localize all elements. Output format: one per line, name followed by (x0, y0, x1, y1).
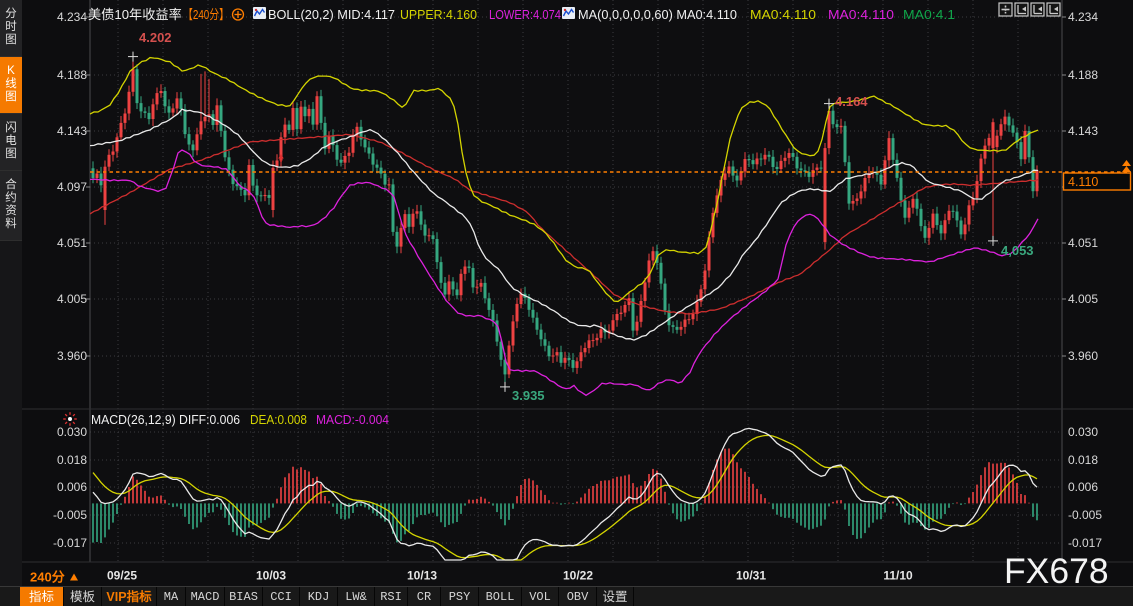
svg-text:MA0:4.110: MA0:4.110 (828, 7, 894, 22)
svg-text:4.188: 4.188 (1068, 68, 1098, 82)
svg-text:240分: 240分 (30, 570, 65, 585)
svg-text:FX678: FX678 (1004, 551, 1109, 591)
svg-text:10/31: 10/31 (736, 569, 766, 583)
svg-text:4,053: 4,053 (1001, 243, 1034, 258)
svg-text:MA0:4.1: MA0:4.1 (903, 7, 955, 22)
svg-text:0.018: 0.018 (1068, 453, 1098, 467)
svg-text:4.164: 4.164 (835, 94, 868, 109)
svg-text:-0.005: -0.005 (1068, 508, 1102, 522)
svg-text:UPPER:4.160: UPPER:4.160 (400, 7, 477, 22)
svg-text:美债10年收益率: 美债10年收益率 (88, 6, 182, 22)
svg-text:4.202: 4.202 (139, 30, 172, 45)
svg-text:-0.005: -0.005 (53, 508, 87, 522)
svg-text:4.097: 4.097 (57, 180, 87, 194)
svg-text:10/03: 10/03 (256, 569, 286, 583)
svg-text:10/22: 10/22 (563, 569, 593, 583)
svg-text:MACD(26,12,9) DIFF:0.006: MACD(26,12,9) DIFF:0.006 (91, 412, 240, 427)
svg-text:0.006: 0.006 (1068, 480, 1098, 494)
svg-text:DEA:0.008: DEA:0.008 (250, 412, 307, 427)
svg-text:【240分】: 【240分】 (183, 7, 229, 22)
svg-text:MA(0,0,0,0,0,60) MA0:4.110: MA(0,0,0,0,0,60) MA0:4.110 (578, 7, 737, 22)
svg-text:10/13: 10/13 (407, 569, 437, 583)
svg-text:MACD:-0.004: MACD:-0.004 (316, 412, 389, 427)
svg-text:11/10: 11/10 (883, 569, 913, 583)
svg-text:4.051: 4.051 (1068, 236, 1098, 250)
svg-text:0.006: 0.006 (57, 480, 87, 494)
svg-text:0.018: 0.018 (57, 453, 87, 467)
svg-text:-0.017: -0.017 (1068, 536, 1102, 550)
svg-text:3.960: 3.960 (1068, 349, 1098, 363)
svg-text:4.051: 4.051 (57, 236, 87, 250)
svg-text:4.143: 4.143 (1068, 124, 1098, 138)
svg-text:09/25: 09/25 (107, 569, 137, 583)
svg-text:4.110: 4.110 (1068, 175, 1098, 189)
svg-text:4.234: 4.234 (1068, 10, 1098, 24)
svg-text:BOLL(20,2) MID:4.117: BOLL(20,2) MID:4.117 (268, 7, 395, 22)
svg-text:4.234: 4.234 (57, 10, 87, 24)
svg-text:3.935: 3.935 (512, 388, 545, 403)
svg-text:4.005: 4.005 (57, 292, 87, 306)
svg-text:3.960: 3.960 (57, 349, 87, 363)
svg-text:0.030: 0.030 (1068, 425, 1098, 439)
svg-text:-0.017: -0.017 (53, 536, 87, 550)
svg-text:4.188: 4.188 (57, 68, 87, 82)
svg-text:4.143: 4.143 (57, 124, 87, 138)
svg-text:LOWER:4.074: LOWER:4.074 (489, 7, 561, 22)
svg-text:MA0:4.110: MA0:4.110 (750, 7, 816, 22)
svg-text:0.030: 0.030 (57, 425, 87, 439)
svg-text:4.005: 4.005 (1068, 292, 1098, 306)
